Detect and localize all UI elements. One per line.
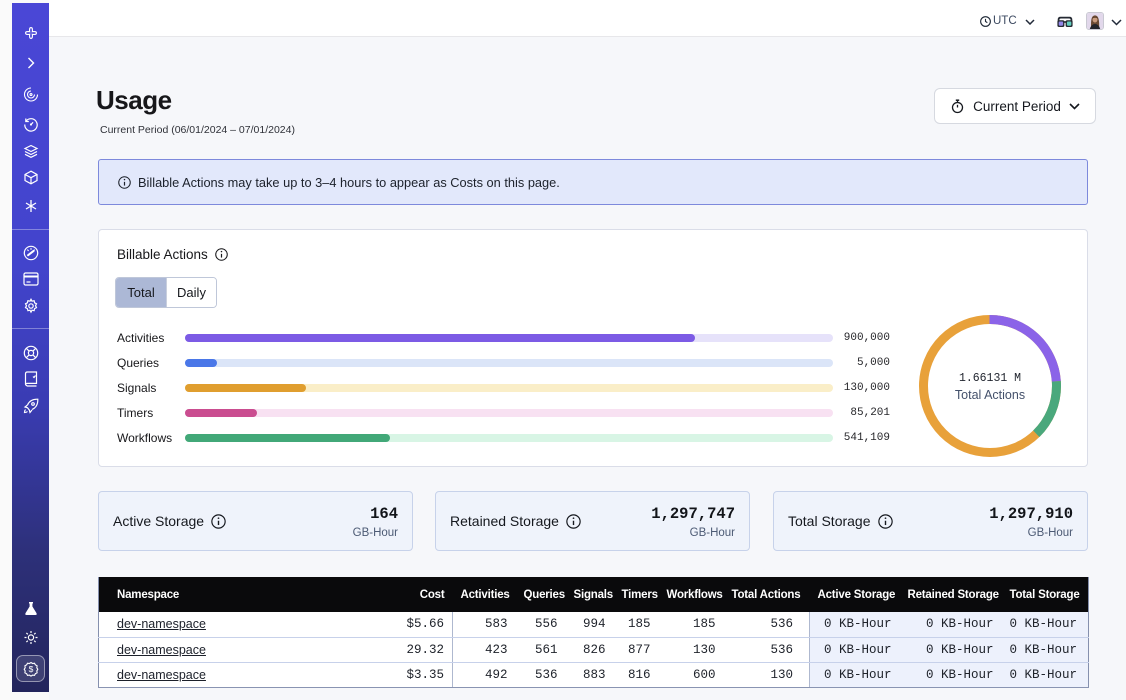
svg-text:1.66131 M: 1.66131 M (959, 372, 1021, 385)
svg-text:$: $ (28, 664, 33, 674)
svg-text:Total Actions: Total Actions (955, 388, 1025, 402)
